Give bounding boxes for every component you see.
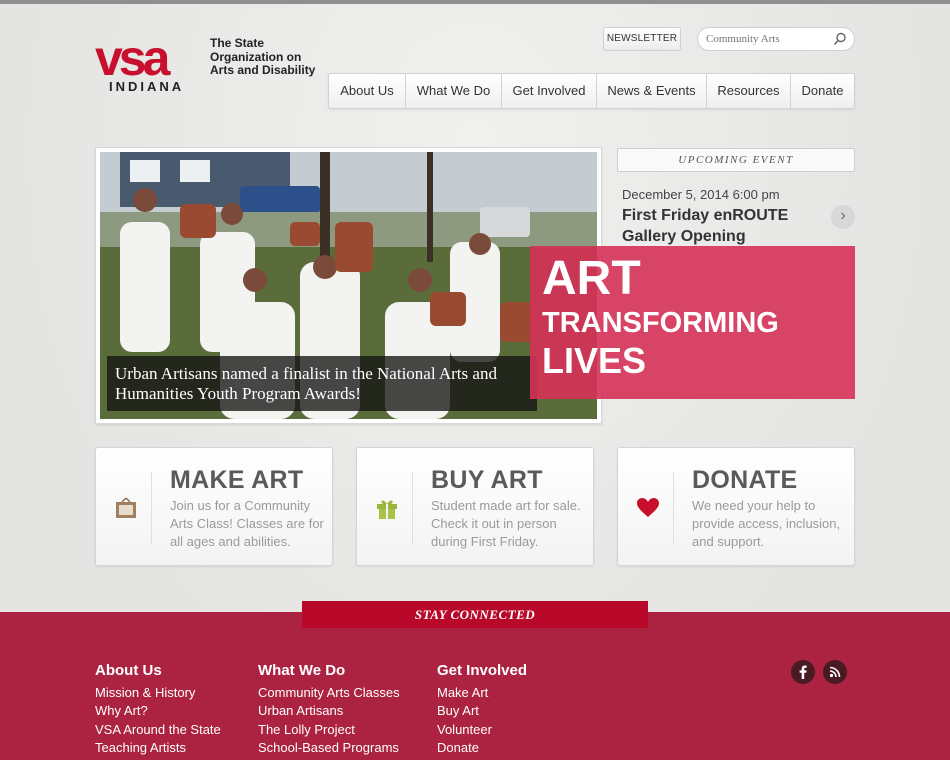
search-input[interactable] <box>706 31 826 47</box>
newsletter-button[interactable]: NEWSLETTER <box>603 27 681 51</box>
footer-link[interactable]: School-Based Programs <box>258 739 400 757</box>
tagline-line-3: LIVES <box>542 340 647 381</box>
card-body: We need your help to provide access, inc… <box>692 498 841 549</box>
card-divider <box>673 472 674 544</box>
nav-resources[interactable]: Resources <box>707 74 791 108</box>
rss-icon[interactable] <box>823 660 847 684</box>
tagline-line-2: TRANSFORMING <box>542 307 779 339</box>
footer-link[interactable]: Buy Art <box>437 702 527 720</box>
footer-link[interactable]: Make Art <box>437 684 527 702</box>
event-title[interactable]: First Friday enROUTE Gallery Opening <box>622 205 822 247</box>
card-title: MAKE ART <box>170 466 304 494</box>
easel-icon <box>116 497 136 518</box>
hero-caption[interactable]: Urban Artisans named a finalist in the N… <box>107 356 537 411</box>
footer-column-get-involved: Get Involved Make Art Buy Art Volunteer … <box>437 662 527 757</box>
card-title: BUY ART <box>431 466 543 494</box>
footer-heading[interactable]: Get Involved <box>437 662 527 679</box>
top-border <box>0 0 950 4</box>
card-divider <box>151 472 152 544</box>
upcoming-event-ribbon: UPCOMING EVENT <box>617 148 855 172</box>
footer-link[interactable]: Teaching Artists <box>95 739 221 757</box>
nav-donate[interactable]: Donate <box>791 74 854 108</box>
footer-link[interactable]: VSA Around the State <box>95 721 221 739</box>
footer-link[interactable]: Mission & History <box>95 684 221 702</box>
site-logo[interactable]: vsa INDIANA The State Organization on Ar… <box>95 30 325 98</box>
search-box[interactable] <box>697 27 855 51</box>
nav-what-we-do[interactable]: What We Do <box>406 74 502 108</box>
footer-link[interactable]: Community Arts Classes <box>258 684 400 702</box>
logo-tagline: The State Organization on Arts and Disab… <box>210 36 316 77</box>
nav-about-us[interactable]: About Us <box>329 74 406 108</box>
donate-card[interactable]: DONATE We need your help to provide acce… <box>617 447 855 566</box>
hero-tagline-banner: ART TRANSFORMING LIVES <box>530 246 855 399</box>
gift-icon <box>377 500 397 519</box>
footer-link[interactable]: Why Art? <box>95 702 221 720</box>
buy-art-card[interactable]: BUY ART Student made art for sale. Check… <box>356 447 594 566</box>
footer-heading[interactable]: What We Do <box>258 662 400 679</box>
stay-connected-ribbon: STAY CONNECTED <box>302 601 648 628</box>
footer-column-about: About Us Mission & History Why Art? VSA … <box>95 662 221 757</box>
nav-news-events[interactable]: News & Events <box>597 74 707 108</box>
main-nav: About Us What We Do Get Involved News & … <box>328 73 855 109</box>
footer-link[interactable]: Urban Artisans <box>258 702 400 720</box>
footer-link[interactable]: The Lolly Project <box>258 721 400 739</box>
card-title: DONATE <box>692 466 798 494</box>
make-art-card[interactable]: MAKE ART Join us for a Community Arts Cl… <box>95 447 333 566</box>
card-divider <box>412 472 413 544</box>
heart-icon <box>637 498 659 517</box>
footer-link[interactable]: Volunteer <box>437 721 527 739</box>
tagline-line-1: ART <box>542 252 641 305</box>
footer-link[interactable]: Donate <box>437 739 527 757</box>
facebook-icon[interactable] <box>791 660 815 684</box>
footer-column-what-we-do: What We Do Community Arts Classes Urban … <box>258 662 400 757</box>
card-body: Student made art for sale. Check it out … <box>431 498 581 549</box>
search-icon[interactable] <box>833 32 847 46</box>
chevron-right-icon[interactable]: › <box>831 205 855 229</box>
nav-get-involved[interactable]: Get Involved <box>502 74 597 108</box>
event-date: December 5, 2014 6:00 pm <box>622 187 780 202</box>
footer-heading[interactable]: About Us <box>95 662 221 679</box>
logo-subtitle: INDIANA <box>109 79 185 94</box>
card-body: Join us for a Community Arts Class! Clas… <box>170 498 324 549</box>
